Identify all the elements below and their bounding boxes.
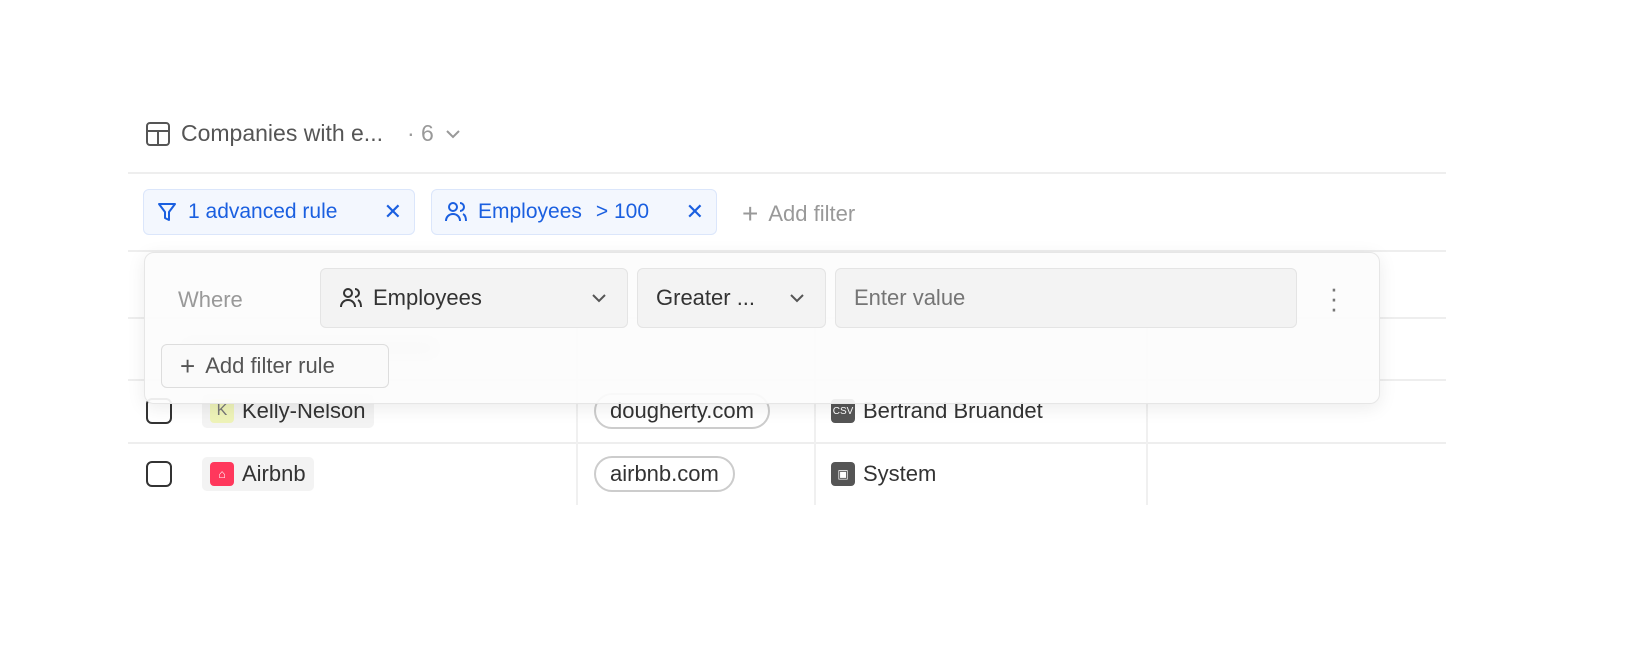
advanced-filter-popover: Where Employees Greater ... ··· + Add fi… — [144, 252, 1380, 404]
more-options-icon[interactable]: · · · — [1327, 275, 1341, 321]
add-filter-button[interactable]: + Add filter — [742, 198, 855, 230]
creator-name: System — [863, 461, 937, 486]
add-filter-rule-button[interactable]: + Add filter rule — [161, 344, 389, 388]
row-divider — [128, 442, 1446, 444]
users-icon — [340, 288, 362, 308]
chevron-down-icon — [446, 129, 460, 138]
table-row[interactable]: ⌂ Airbnb airbnb.com ▣ System — [146, 456, 936, 492]
advanced-rule-chip[interactable]: 1 advanced rule ✕ — [143, 189, 415, 235]
close-icon[interactable]: ✕ — [686, 199, 704, 225]
plus-icon: + — [742, 198, 759, 229]
robot-icon: ▣ — [831, 462, 855, 486]
plus-icon: + — [180, 350, 196, 381]
table-icon — [146, 121, 170, 146]
domain-pill[interactable]: airbnb.com — [594, 456, 735, 492]
close-icon[interactable]: ✕ — [384, 199, 402, 225]
created-by: ▣ System — [831, 461, 936, 487]
filter-icon — [158, 203, 176, 221]
record-count: · 6 — [406, 120, 434, 146]
add-filter-label: Add filter — [768, 201, 856, 226]
view-title: Companies with e... — [181, 120, 383, 146]
airbnb-logo-icon: ⌂ — [210, 462, 234, 486]
operator-value: Greater ... — [656, 285, 756, 310]
filter-condition: > 100 — [595, 200, 650, 223]
row-checkbox[interactable] — [146, 461, 172, 487]
view-switcher[interactable]: Companies with e... · 6 — [145, 120, 462, 147]
chevron-down-icon — [592, 294, 606, 303]
divider — [128, 172, 1446, 174]
where-label: Where — [178, 287, 243, 312]
operator-select[interactable]: Greater ... — [637, 268, 826, 328]
company-name[interactable]: ⌂ Airbnb — [202, 457, 314, 491]
field-value: Employees — [373, 285, 482, 310]
employees-filter-chip[interactable]: Employees > 100 ✕ — [431, 189, 717, 235]
company-name-text: Airbnb — [242, 461, 306, 486]
add-filter-rule-label: Add filter rule — [205, 353, 335, 378]
chevron-down-icon — [790, 294, 804, 303]
field-select[interactable]: Employees — [320, 268, 628, 328]
users-icon — [445, 202, 467, 222]
advanced-rule-label: 1 advanced rule — [188, 200, 338, 223]
value-input[interactable] — [835, 268, 1297, 328]
filter-field: Employees — [478, 200, 582, 223]
